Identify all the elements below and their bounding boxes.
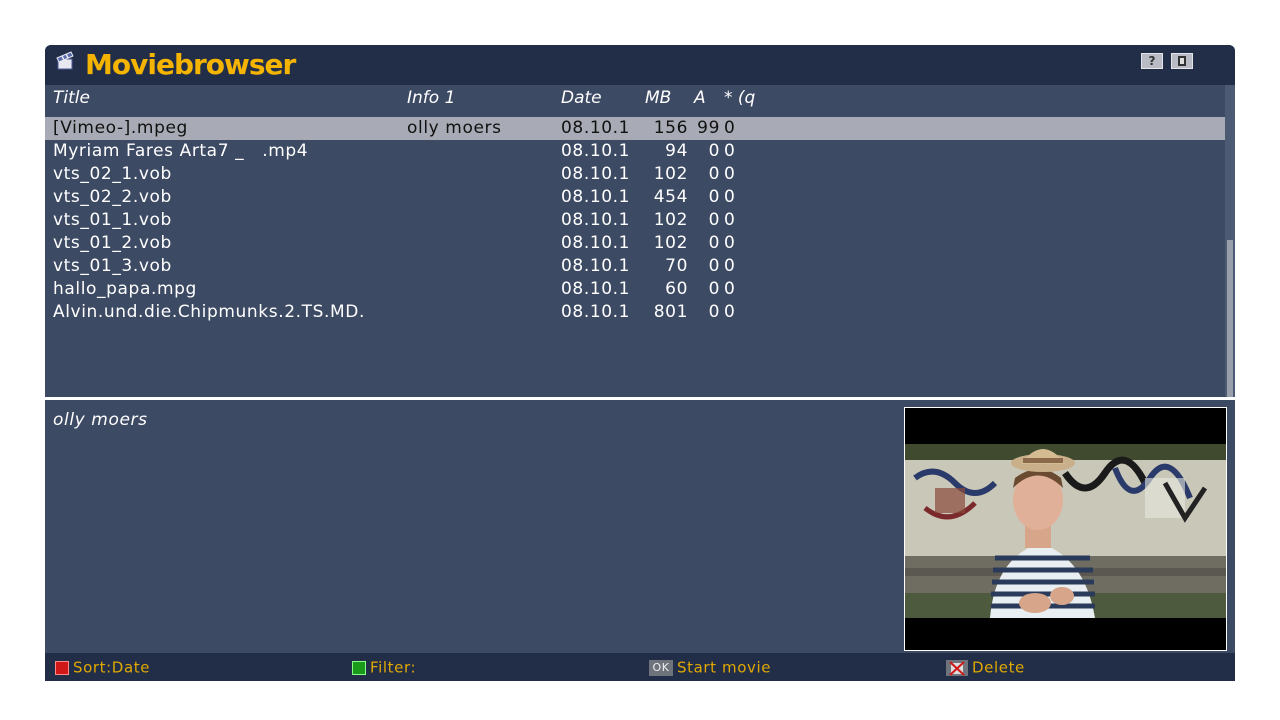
cell-date: 08.10.1 <box>561 210 631 230</box>
cell-q: 0 <box>724 256 736 276</box>
cell-q: 0 <box>724 302 736 322</box>
cell-title: Alvin.und.die.Chipmunks.2.TS.MD. <box>53 302 365 322</box>
cell-a: 0 <box>708 164 720 184</box>
cell-mb: 70 <box>665 256 688 276</box>
cell-title: [Vimeo-].mpeg <box>53 118 188 138</box>
filter-label: Filter: <box>370 658 417 677</box>
cell-a: 99 <box>697 118 720 138</box>
green-key-icon <box>352 660 366 675</box>
filter-action[interactable]: Filter: <box>352 658 416 677</box>
cell-title: vts_02_2.vob <box>53 187 172 207</box>
app-title: Moviebrowser <box>85 48 296 81</box>
cell-date: 08.10.1 <box>561 233 631 253</box>
movie-info-text: olly moers <box>53 410 148 430</box>
table-row[interactable]: vts_02_1.vob 08.10.1 102 0 0 <box>45 163 1225 186</box>
movie-list: [Vimeo-].mpeg olly moers 08.10.1 156 99 0 Myri… <box>45 115 1225 397</box>
cell-title: Myriam Fares Arta7 _ .mp4 <box>53 141 309 161</box>
cell-mb: 102 <box>653 164 688 184</box>
table-row[interactable]: Alvin.und.die.Chipmunks.2.TS.MD. 08.10.1 8… <box>45 301 1225 324</box>
scrollbar-thumb[interactable] <box>1227 240 1233 397</box>
cell-title: vts_01_1.vob <box>53 210 172 230</box>
cell-q: 0 <box>724 279 736 299</box>
table-row[interactable]: Myriam Fares Arta7 _ .mp4 08.10.1 94 0 0 <box>45 140 1225 163</box>
table-row[interactable]: vts_01_1.vob 08.10.1 102 0 0 <box>45 209 1225 232</box>
cell-a: 0 <box>708 210 720 230</box>
cell-date: 08.10.1 <box>561 279 631 299</box>
cell-mb: 102 <box>653 233 688 253</box>
cell-q: 0 <box>724 187 736 207</box>
cell-title: vts_02_1.vob <box>53 164 172 184</box>
cell-q: 0 <box>724 210 736 230</box>
ok-key-icon: OK <box>649 659 673 676</box>
cell-date: 08.10.1 <box>561 302 631 322</box>
video-thumbnail-image <box>904 407 1227 651</box>
moviebrowser-window: Moviebrowser ? Title Info 1 Date MB A * … <box>45 45 1235 681</box>
table-row[interactable]: vts_01_2.vob 08.10.1 102 0 0 <box>45 232 1225 255</box>
cell-q: 0 <box>724 233 736 253</box>
footer-bar: Sort:Date Filter: OK Start movie Delete <box>45 653 1235 681</box>
cell-mb: 60 <box>665 279 688 299</box>
col-q-header[interactable]: * (q <box>724 88 755 108</box>
table-row[interactable]: vts_02_2.vob 08.10.1 454 0 0 <box>45 186 1225 209</box>
cell-date: 08.10.1 <box>561 256 631 276</box>
cell-mb: 801 <box>653 302 688 322</box>
cell-a: 0 <box>708 256 720 276</box>
cell-mb: 454 <box>653 187 688 207</box>
help-button[interactable]: ? <box>1141 53 1163 69</box>
start-movie-label: Start movie <box>677 658 772 677</box>
sort-label: Sort:Date <box>73 658 151 677</box>
table-row[interactable]: [Vimeo-].mpeg olly moers 08.10.1 156 99 0 <box>45 117 1225 140</box>
cell-info: olly moers <box>407 118 502 138</box>
cell-q: 0 <box>724 118 736 138</box>
cell-title: vts_01_3.vob <box>53 256 172 276</box>
scrollbar[interactable] <box>1225 85 1235 397</box>
red-key-icon <box>55 660 69 675</box>
cell-a: 0 <box>708 187 720 207</box>
cell-a: 0 <box>708 233 720 253</box>
sort-action[interactable]: Sort:Date <box>55 658 150 677</box>
col-a-header[interactable]: A <box>694 88 706 108</box>
cell-a: 0 <box>708 141 720 161</box>
table-row[interactable]: vts_01_3.vob 08.10.1 70 0 0 <box>45 255 1225 278</box>
delete-key-icon <box>946 659 968 676</box>
cell-date: 08.10.1 <box>561 118 631 138</box>
cell-q: 0 <box>724 164 736 184</box>
cell-a: 0 <box>708 279 720 299</box>
col-title-header[interactable]: Title <box>53 88 90 108</box>
col-mb-header[interactable]: MB <box>645 88 671 108</box>
cell-mb: 156 <box>653 118 688 138</box>
cell-q: 0 <box>724 141 736 161</box>
cell-date: 08.10.1 <box>561 164 631 184</box>
cell-mb: 102 <box>653 210 688 230</box>
cell-a: 0 <box>708 302 720 322</box>
column-header-row: Title Info 1 Date MB A * (q <box>45 85 1225 115</box>
cell-date: 08.10.1 <box>561 187 631 207</box>
col-date-header[interactable]: Date <box>561 88 602 108</box>
divider <box>45 397 1235 400</box>
clapperboard-icon <box>56 51 74 70</box>
document-icon[interactable] <box>1171 53 1193 69</box>
col-info-header[interactable]: Info 1 <box>407 88 455 108</box>
cell-title: hallo_papa.mpg <box>53 279 197 299</box>
table-row[interactable]: hallo_papa.mpg 08.10.1 60 0 0 <box>45 278 1225 301</box>
title-bar: Moviebrowser ? <box>45 45 1235 85</box>
delete-label: Delete <box>972 658 1025 677</box>
cell-date: 08.10.1 <box>561 141 631 161</box>
delete-action[interactable]: Delete <box>946 658 1025 677</box>
cell-mb: 94 <box>665 141 688 161</box>
start-movie-action[interactable]: OK Start movie <box>649 658 771 677</box>
cell-title: vts_01_2.vob <box>53 233 172 253</box>
